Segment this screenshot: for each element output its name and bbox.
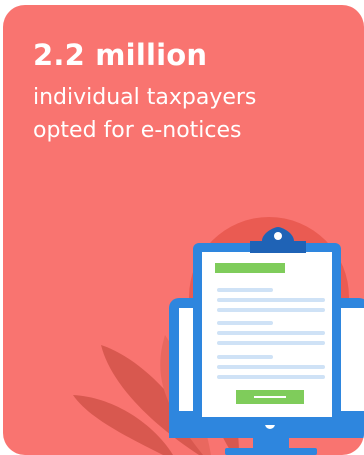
stat-card: 2.2 million individual taxpayers opted fo…	[3, 5, 364, 455]
stat-caption-line2: opted for e-notices	[33, 118, 242, 143]
stat-caption: individual taxpayers opted for e-notices	[33, 81, 333, 147]
stat-caption-line1: individual taxpayers	[33, 85, 257, 110]
e-notice-illustration	[73, 217, 364, 455]
stat-value: 2.2 million	[33, 38, 208, 72]
